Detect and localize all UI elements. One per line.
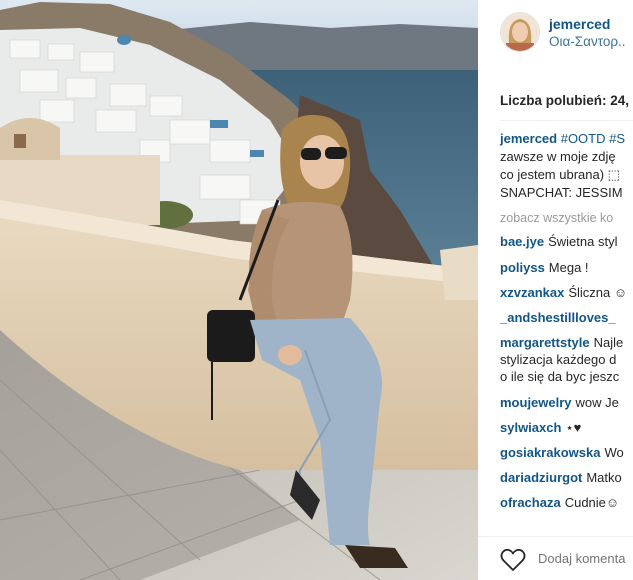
comment-username[interactable]: dariadziurgot (500, 470, 582, 485)
comment-item: gosiakrakowska Wo (500, 445, 624, 461)
comment-username[interactable]: moujewelry (500, 395, 572, 410)
caption-line: zawsze w moje zdję (500, 149, 616, 164)
comment-username[interactable]: sylwiaxch (500, 420, 561, 435)
caption-username[interactable]: jemerced (500, 131, 557, 146)
comment-item: margarettstyle Najle (500, 335, 623, 351)
comment-text: Wo (604, 445, 624, 460)
post-sidebar: jemerced Οια-Σαντορ.. Liczba polubień: 2… (478, 0, 633, 580)
comment-item: o ile się da byc jeszc (500, 369, 619, 385)
comment-item: xzvzankax Śliczna ☺ (500, 285, 627, 301)
comment-item: _andshestillloves_ (500, 310, 620, 326)
post-photo[interactable] (0, 0, 478, 580)
comment-text: wow Je (575, 395, 619, 410)
comment-text: Cudnie☺ (564, 495, 620, 510)
comment-item: bae.jye Świetna styl (500, 234, 617, 250)
comment-text: Najle (593, 335, 624, 350)
comment-text: Mega ! (548, 260, 589, 275)
post-location[interactable]: Οια-Σαντορ.. (549, 34, 626, 49)
heart-icon[interactable] (500, 548, 526, 572)
post-username[interactable]: jemerced (549, 16, 610, 32)
likes-count[interactable]: Liczba polubień: 24, (500, 93, 629, 108)
comment-username[interactable]: ofrachaza (500, 495, 561, 510)
comment-username[interactable]: margarettstyle (500, 335, 590, 350)
caption-hashtags[interactable]: #OOTD #S (561, 131, 625, 146)
post-header: jemerced Οια-Σαντορ.. (478, 0, 633, 68)
divider (500, 120, 633, 121)
comment-username[interactable]: gosiakrakowska (500, 445, 600, 460)
comment-username[interactable]: xzvzankax (500, 285, 564, 300)
comment-text: Śliczna ☺ (568, 285, 628, 300)
comment-username[interactable]: poliyss (500, 260, 545, 275)
comment-item: stylizacja każdego d (500, 352, 616, 368)
comment-username[interactable]: bae.jye (500, 234, 544, 249)
post-caption: jemerced #OOTD #S zawsze w moje zdję co … (500, 130, 625, 202)
comment-item: moujewelry wow Je (500, 395, 619, 411)
comment-item: sylwiaxch ⋆♥ (500, 420, 581, 436)
caption-line: jemerced #OOTD #S (500, 130, 625, 148)
see-all-comments-link[interactable]: zobacz wszystkie ko (500, 211, 613, 225)
comment-text: ⋆♥ (565, 420, 582, 435)
comment-item: dariadziurgot Matko (500, 470, 622, 486)
divider (478, 536, 633, 537)
comment-text: o ile się da byc jeszc (500, 369, 620, 384)
avatar[interactable] (500, 12, 540, 52)
comment-item: ofrachaza Cudnie☺ (500, 495, 619, 511)
caption-line: co jestem ubrana) ⬚ (500, 167, 620, 182)
comment-text: Świetna styl (548, 234, 618, 249)
santorini-photo (0, 0, 478, 580)
add-comment-input[interactable] (538, 551, 633, 566)
comment-text: Matko (586, 470, 622, 485)
comment-text: stylizacja każdego d (500, 352, 617, 367)
caption-line: SNAPCHAT: JESSIM (500, 185, 623, 200)
comment-item: poliyss Mega ! (500, 260, 589, 276)
comment-username[interactable]: _andshestillloves_ (500, 310, 616, 325)
